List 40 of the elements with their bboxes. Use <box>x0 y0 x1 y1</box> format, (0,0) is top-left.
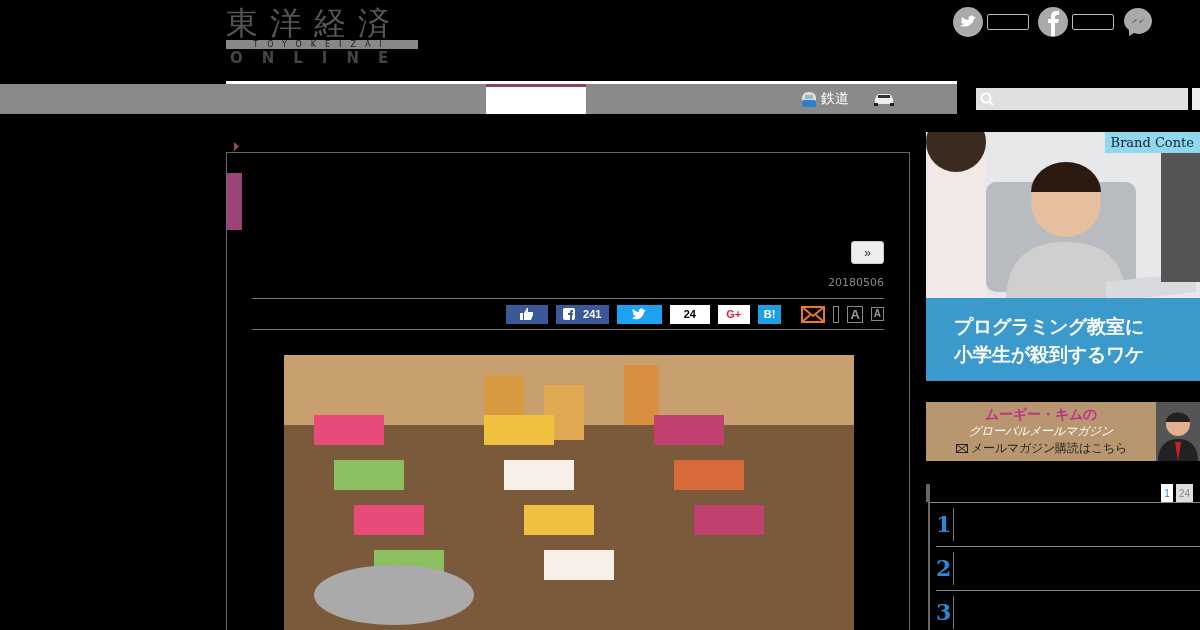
ad-headline: プログラミング教室に <box>954 313 1145 339</box>
banner-title: ムーギー・キムの <box>985 406 1097 423</box>
article-date: 20180506 <box>827 275 885 289</box>
twitter-share-button[interactable] <box>616 304 662 324</box>
ad-headline: 小学生が殺到するワケ <box>954 341 1145 367</box>
breadcrumb-arrow-icon <box>234 142 239 151</box>
train-icon <box>800 90 818 108</box>
messenger-icon[interactable] <box>1122 6 1154 38</box>
facebook-icon[interactable] <box>1037 6 1069 38</box>
nav-tab[interactable] <box>486 84 586 114</box>
share-count-box <box>1072 14 1114 30</box>
ranking-tab[interactable]: 1 <box>1161 484 1173 502</box>
accent-bar <box>227 173 242 230</box>
next-page-button[interactable]: » <box>851 241 884 264</box>
font-size-button[interactable]: A <box>847 305 863 323</box>
facebook-share-button[interactable]: 241 <box>555 304 609 324</box>
search-icon <box>980 92 994 106</box>
ad-banner[interactable]: Brand Conte プログラミング教室に 小学生が殺到するワケ <box>926 132 1200 381</box>
rank-number: 2 <box>936 552 954 585</box>
twitter-icon[interactable] <box>952 6 984 38</box>
tweet-count-box <box>987 14 1029 30</box>
rank-number: 1 <box>936 508 954 541</box>
pocket-share-button[interactable]: 24 <box>669 304 710 324</box>
subscribe-link[interactable]: メールマガジン購読はこちら <box>970 440 1127 457</box>
logo-band: TOYOKEIZAI <box>226 40 418 49</box>
twitter-icon <box>632 308 647 320</box>
logo-subtitle: ONLINE <box>229 49 409 67</box>
font-size-button[interactable]: A <box>870 307 884 321</box>
nav-item[interactable]: 鉄道 <box>800 90 849 108</box>
mail-icon <box>801 305 826 323</box>
mail-icon <box>955 444 968 453</box>
thumbs-up-icon <box>520 308 534 320</box>
facebook-icon <box>563 308 576 320</box>
newsletter-banner[interactable]: ムーギー・キムの グローバルメールマガジン メールマガジン購読はこちら <box>926 402 1200 461</box>
search-field[interactable] <box>976 88 1188 110</box>
rank-number: 3 <box>936 596 954 629</box>
brand-content-badge: Brand Conte <box>1104 132 1200 153</box>
like-share-button[interactable] <box>505 304 548 324</box>
banner-subtitle: グローバルメールマガジン <box>969 423 1113 440</box>
gplus-share-button[interactable]: G+ <box>717 304 750 324</box>
